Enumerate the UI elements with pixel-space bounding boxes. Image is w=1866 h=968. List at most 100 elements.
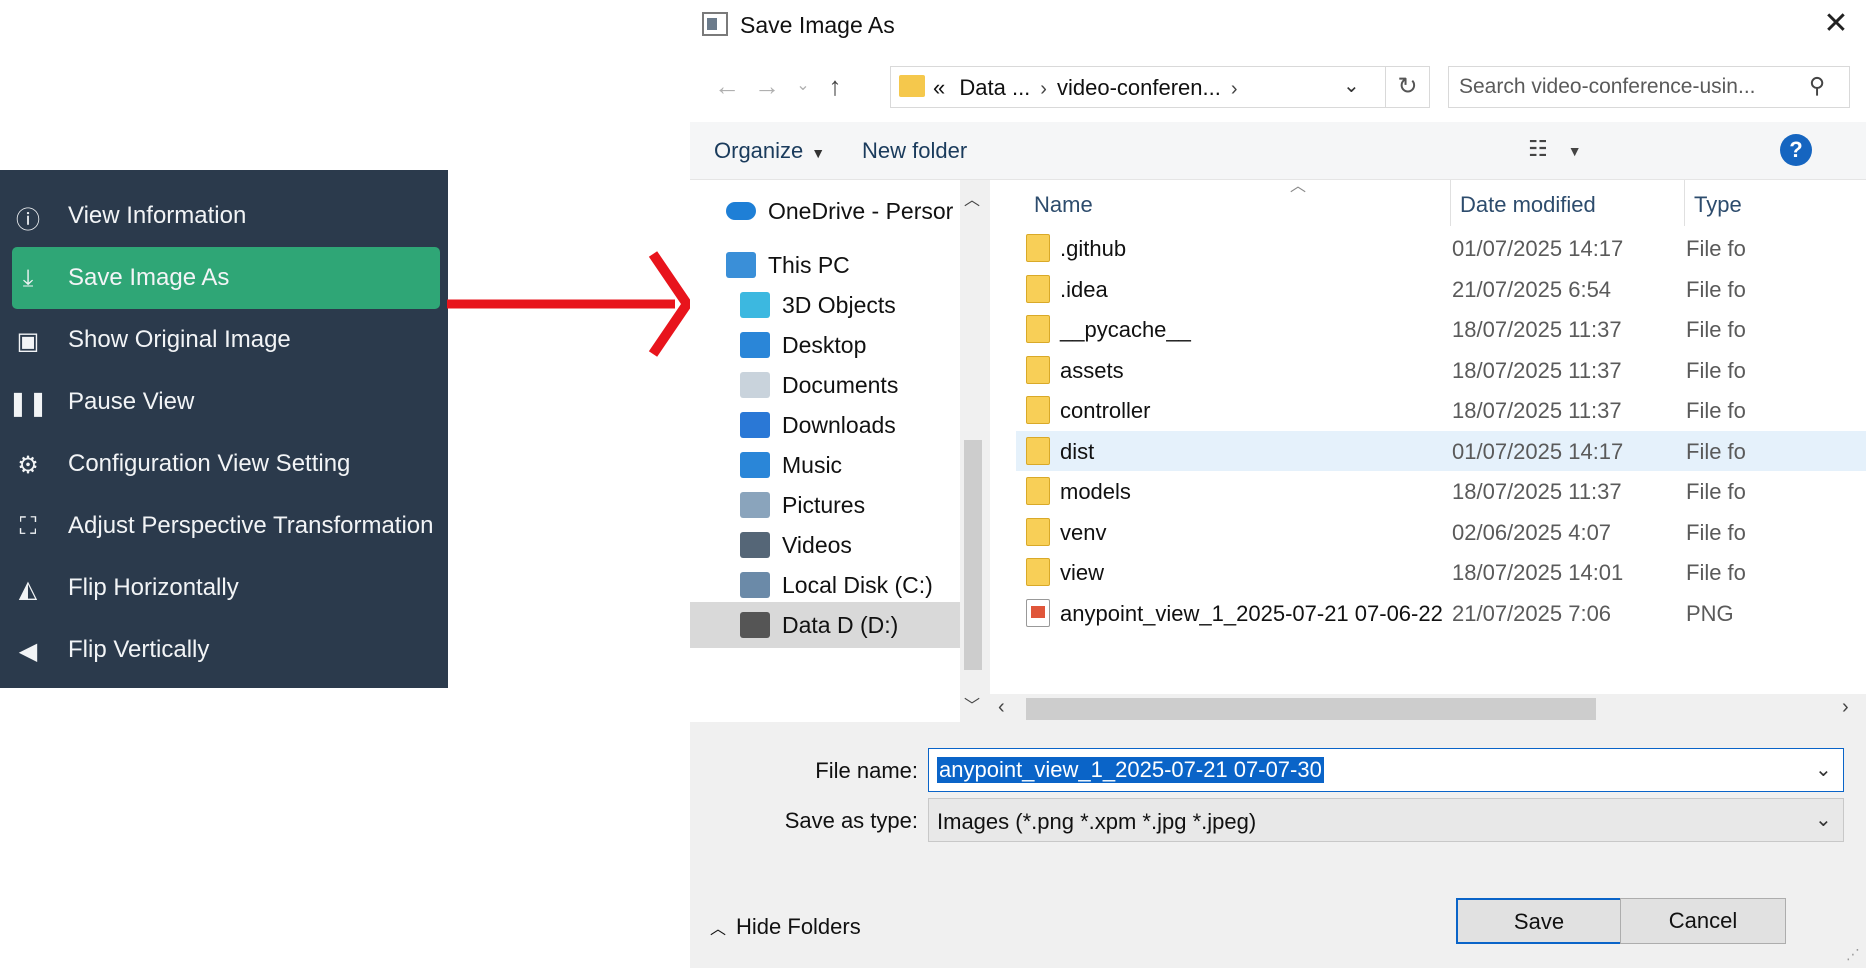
file-date: 02/06/2025 4:07: [1452, 519, 1612, 545]
file-name-field[interactable]: anypoint_view_1_2025-07-21 07-07-30 ⌄: [928, 748, 1844, 792]
image-icon: ▣: [16, 327, 40, 355]
file-name: anypoint_view_1_2025-07-21 07-06-22: [1060, 600, 1443, 626]
flip-vertical-icon: ◀: [18, 637, 38, 665]
command-toolbar: Organize ▼ New folder ☷ ▼ ?: [690, 122, 1866, 180]
file-type: File fo: [1686, 560, 1746, 585]
menu-item-label: Adjust Perspective Transformation: [68, 512, 434, 539]
documents-icon: [740, 372, 770, 398]
nav-item-onedrive-persor[interactable]: OneDrive - Persor: [690, 188, 960, 234]
file-list-pane: ︿ Name Date modified Type .github 01/07/2…: [990, 178, 1866, 722]
menu-item-flip-horizontally[interactable]: ◭ Flip Horizontally: [0, 557, 448, 619]
save-type-select[interactable]: Images (*.png *.xpm *.jpg *.jpeg) ⌄: [928, 798, 1844, 842]
file-date: 21/07/2025 7:06: [1452, 600, 1612, 626]
file-row[interactable]: models 18/07/2025 11:37 File fo: [1016, 471, 1866, 511]
help-icon[interactable]: ?: [1780, 134, 1812, 166]
organize-button[interactable]: Organize ▼: [714, 138, 825, 164]
details-view-icon: ☷: [1528, 136, 1548, 161]
file-row[interactable]: venv 02/06/2025 4:07 File fo: [1016, 512, 1866, 552]
refresh-icon[interactable]: ↻: [1386, 66, 1430, 108]
address-bar[interactable]: « Data ... › video-conferen... › ⌄: [890, 66, 1386, 108]
file-name: .idea: [1060, 276, 1108, 302]
file-type: File fo: [1686, 236, 1746, 261]
file-row[interactable]: __pycache__ 18/07/2025 11:37 File fo: [1016, 309, 1866, 349]
menu-item-pause-view[interactable]: ❚❚ Pause View: [0, 371, 448, 433]
column-header-name[interactable]: Name: [1034, 192, 1093, 218]
menu-item-label: Pause View: [68, 388, 195, 415]
nav-item-label: Local Disk (C:): [782, 572, 933, 598]
search-input[interactable]: [1459, 73, 1799, 101]
scroll-down-icon[interactable]: ﹀: [964, 692, 980, 716]
pictures-icon: [740, 492, 770, 518]
image-file-icon: [1026, 598, 1050, 627]
flip-horizontal-icon: ◭: [18, 575, 38, 603]
gear-icon: ⚙: [17, 451, 39, 479]
file-date: 18/07/2025 11:37: [1452, 317, 1622, 342]
file-row[interactable]: .idea 21/07/2025 6:54 File fo: [1016, 269, 1866, 309]
file-date: 18/07/2025 14:01: [1452, 560, 1624, 585]
recent-dropdown-icon[interactable]: ⌄: [786, 68, 820, 104]
breadcrumb-item-project[interactable]: video-conferen...: [1057, 75, 1221, 100]
forward-arrow-icon[interactable]: →: [750, 68, 784, 104]
file-row[interactable]: view 18/07/2025 14:01 File fo: [1016, 552, 1866, 592]
file-row[interactable]: assets 18/07/2025 11:37 File fo: [1016, 350, 1866, 390]
close-icon[interactable]: ✕: [1814, 4, 1858, 44]
horizontal-scroll-thumb[interactable]: [1026, 698, 1596, 720]
file-type: File fo: [1686, 276, 1746, 302]
view-options-button[interactable]: ☷ ▼: [1528, 136, 1582, 162]
menu-item-show-original-image[interactable]: ▣ Show Original Image: [0, 309, 448, 371]
file-row[interactable]: anypoint_view_1_2025-07-21 07-06-22 21/07…: [1016, 593, 1866, 633]
file-type: File fo: [1686, 479, 1746, 504]
save-image-dialog: Save Image As ✕ ← → ⌄ ↑ « Data ... › video…: [690, 0, 1866, 968]
breadcrumb-overflow[interactable]: «: [933, 75, 945, 100]
file-date: 18/07/2025 11:37: [1452, 357, 1622, 383]
nav-item-data-d-d[interactable]: Data D (D:): [690, 602, 960, 648]
nav-item-label: Downloads: [782, 412, 896, 438]
breadcrumb-item-data[interactable]: Data ...: [959, 75, 1030, 100]
file-name-value[interactable]: anypoint_view_1_2025-07-21 07-07-30: [937, 757, 1324, 783]
file-row[interactable]: dist 01/07/2025 14:17 File fo: [1016, 430, 1866, 471]
up-arrow-icon[interactable]: ↑: [818, 68, 852, 104]
column-header-type[interactable]: Type: [1694, 192, 1742, 218]
column-divider[interactable]: [1684, 180, 1685, 226]
menu-item-configuration-view-setting[interactable]: ⚙ Configuration View Setting: [0, 433, 448, 495]
hide-folders-button[interactable]: ︿ Hide Folders: [710, 914, 861, 940]
nav-scroll-thumb[interactable]: [964, 440, 982, 670]
menu-item-save-image-as[interactable]: ⤓ Save Image As: [12, 247, 440, 309]
back-arrow-icon[interactable]: ←: [710, 68, 744, 104]
file-type: File fo: [1686, 317, 1746, 342]
breadcrumb-separator-icon: ›: [1230, 78, 1238, 100]
nav-item-label: Documents: [782, 372, 899, 398]
file-name: models: [1060, 479, 1131, 504]
cancel-button[interactable]: Cancel: [1620, 898, 1786, 944]
nav-scrollbar[interactable]: ︿ ﹀: [960, 180, 986, 722]
resize-grip-icon[interactable]: ⋰: [1846, 946, 1860, 963]
save-type-dropdown-icon[interactable]: ⌄: [1815, 807, 1832, 832]
file-row[interactable]: controller 18/07/2025 11:37 File fo: [1016, 390, 1866, 430]
context-menu: ⓘ View Information ⤓ Save Image As ▣ Show Ori…: [0, 170, 448, 688]
scroll-right-icon[interactable]: ›: [1842, 696, 1849, 719]
hide-folders-label: Hide Folders: [736, 914, 861, 939]
menu-item-flip-vertically[interactable]: ◀ Flip Vertically: [0, 619, 448, 681]
music-icon: [740, 452, 770, 478]
navigation-pane: OneDrive - Persor This PC 3D Objects Deskto…: [690, 180, 986, 722]
address-dropdown-icon[interactable]: ⌄: [1343, 73, 1360, 98]
scroll-left-icon[interactable]: ‹: [998, 696, 1005, 719]
save-button[interactable]: Save: [1456, 898, 1622, 944]
column-header-row: ︿ Name Date modified Type: [990, 178, 1866, 226]
column-header-date[interactable]: Date modified: [1460, 192, 1596, 218]
scroll-up-icon[interactable]: ︿: [964, 186, 980, 210]
perspective-icon: ⛶: [19, 513, 37, 540]
new-folder-button[interactable]: New folder: [862, 138, 967, 164]
file-type: PNG: [1686, 600, 1734, 626]
menu-item-view-information[interactable]: ⓘ View Information: [0, 185, 448, 247]
file-name: __pycache__: [1060, 317, 1191, 342]
nav-item-label: This PC: [768, 252, 850, 278]
search-icon: ⚲: [1809, 73, 1826, 98]
file-row[interactable]: .github 01/07/2025 14:17 File fo: [1016, 228, 1866, 268]
horizontal-scrollbar[interactable]: ‹ ›: [990, 694, 1866, 722]
menu-item-adjust-perspective-transformation[interactable]: ⛶ Adjust Perspective Transformation: [0, 495, 448, 557]
desktop-icon: [740, 332, 770, 358]
file-name-dropdown-icon[interactable]: ⌄: [1815, 757, 1832, 782]
download-icon: ⤓: [22, 265, 34, 292]
column-divider[interactable]: [1450, 180, 1451, 226]
